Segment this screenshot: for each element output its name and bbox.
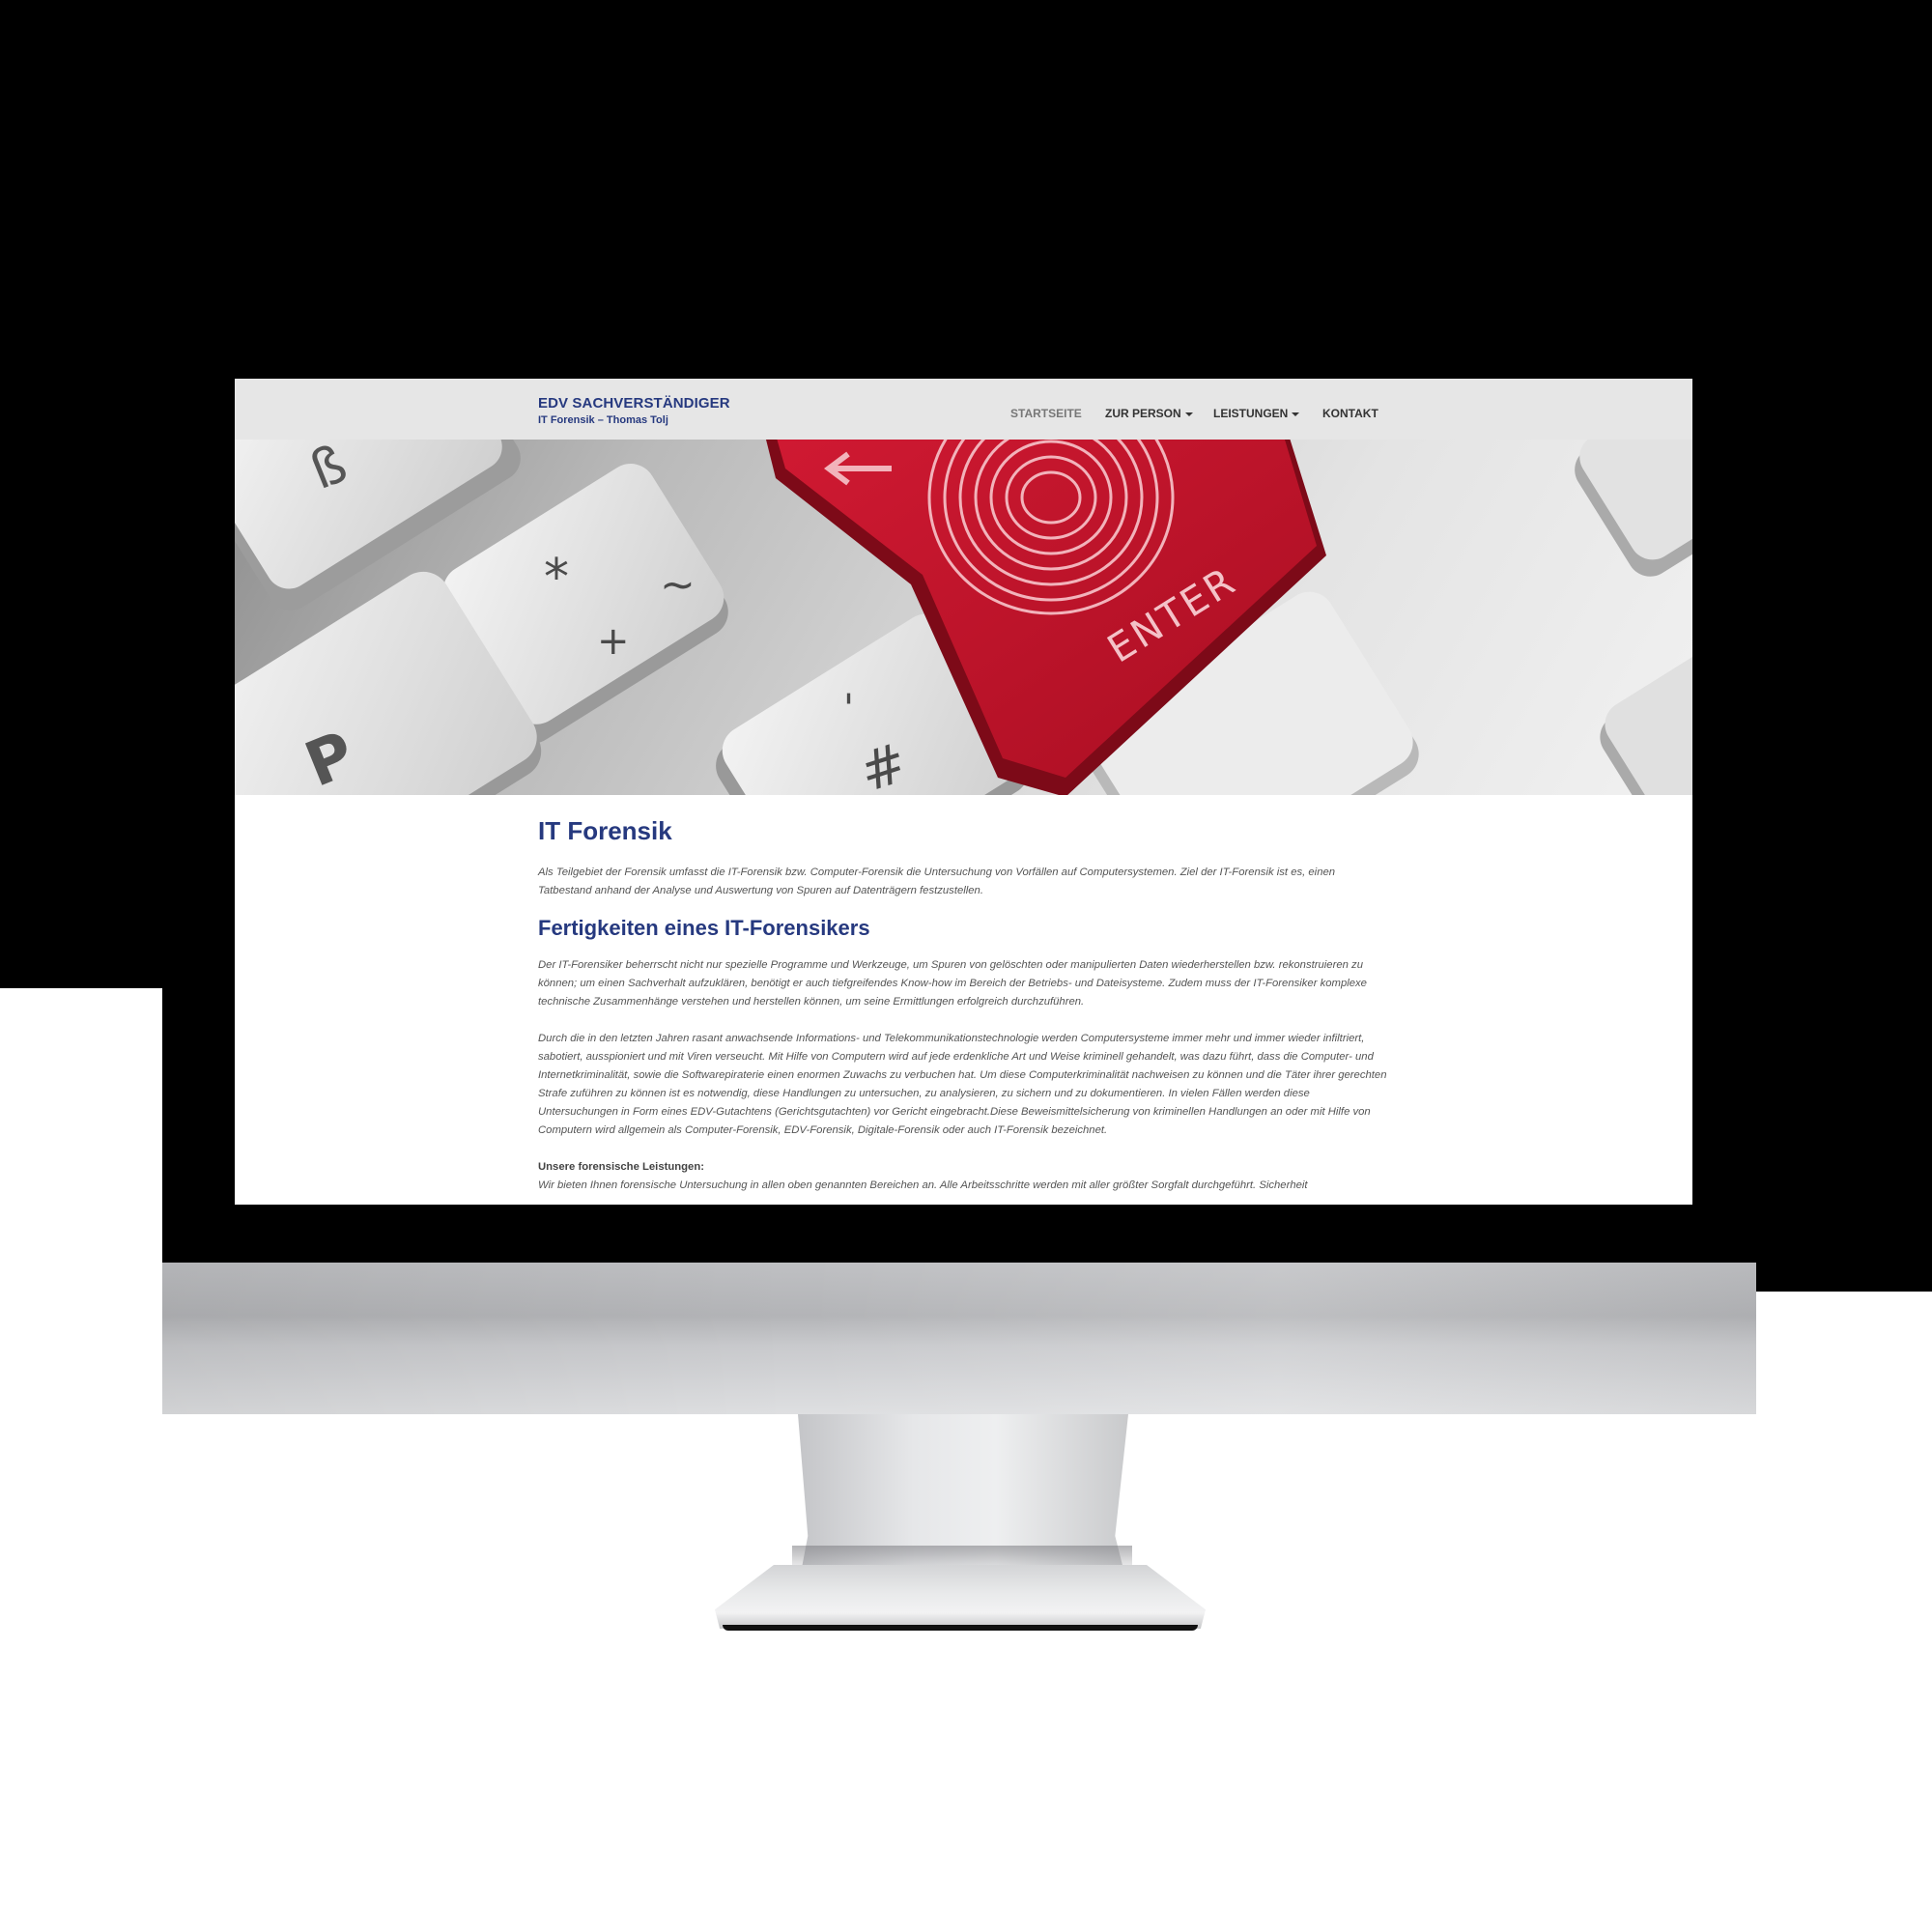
- brand-subtitle[interactable]: IT Forensik – Thomas Tolj: [538, 414, 730, 426]
- key-apostrophe-label: ': [843, 687, 854, 731]
- keyboard-illustration: ß * ~ + P ' # ENTER: [235, 440, 1692, 795]
- nav-zur-person[interactable]: ZUR PERSON: [1105, 407, 1193, 420]
- services-label: Unsere forensische Leistungen:: [538, 1161, 705, 1173]
- intro-paragraph: Als Teilgebiet der Forensik umfasst die …: [538, 867, 1336, 896]
- page-title: IT Forensik: [538, 816, 672, 845]
- hero-image: ß * ~ + P ' # ENTER: [235, 440, 1692, 795]
- key-asterisk-label: *: [544, 549, 569, 607]
- key-plus-label: +: [597, 619, 630, 664]
- main-content: IT Forensik Als Teilgebiet der Forensik …: [538, 795, 1388, 1195]
- paragraph-skills: Der IT-Forensiker beherrscht nicht nur s…: [538, 959, 1367, 1008]
- nav-kontakt-label: KONTAKT: [1322, 407, 1378, 420]
- brand[interactable]: EDV SACHVERSTÄNDIGER IT Forensik – Thoma…: [538, 395, 730, 426]
- caret-down-icon: [1184, 412, 1193, 416]
- nav-leistungen[interactable]: LEISTUNGEN: [1213, 407, 1300, 420]
- nav-zur-person-label: ZUR PERSON: [1105, 407, 1181, 420]
- monitor-chin-shade: [162, 1263, 1756, 1414]
- nav-startseite-label: STARTSEITE: [1010, 407, 1082, 420]
- paragraph-computer-crime: Durch die in den letzten Jahren rasant a…: [538, 1033, 1387, 1136]
- nav-kontakt[interactable]: KONTAKT: [1322, 407, 1378, 420]
- navbar: EDV SACHVERSTÄNDIGER IT Forensik – Thoma…: [235, 379, 1692, 440]
- brand-title[interactable]: EDV SACHVERSTÄNDIGER: [538, 395, 730, 412]
- monitor-bezel-right: [1756, 0, 1932, 1292]
- monitor-bezel-left: [0, 0, 162, 988]
- nav-leistungen-label: LEISTUNGEN: [1213, 407, 1289, 420]
- key-tilde-label: ~: [660, 560, 696, 610]
- section-heading: Fertigkeiten eines IT-Forensikers: [538, 916, 870, 940]
- monitor-stand-foot: [715, 1565, 1206, 1629]
- website-screen: EDV SACHVERSTÄNDIGER IT Forensik – Thoma…: [235, 379, 1692, 1205]
- services-paragraph: Wir bieten Ihnen forensische Untersuchun…: [538, 1179, 1308, 1191]
- caret-down-icon: [1292, 412, 1300, 416]
- monitor-stand-foot-edge: [723, 1625, 1198, 1631]
- nav-startseite[interactable]: STARTSEITE: [1010, 407, 1082, 420]
